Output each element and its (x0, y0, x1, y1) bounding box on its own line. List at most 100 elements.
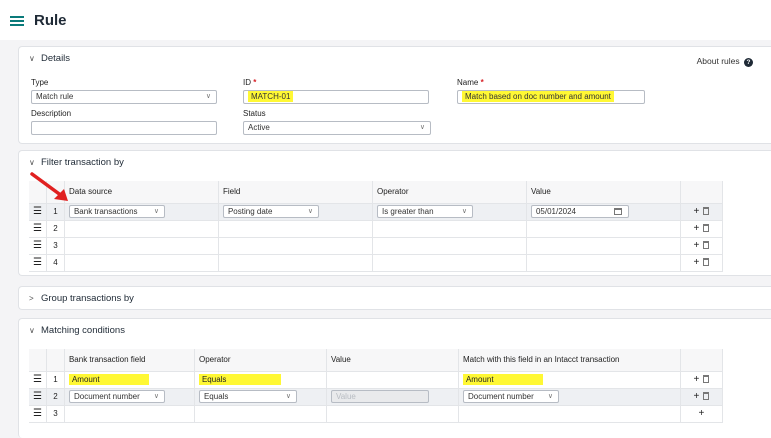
help-icon[interactable]: ? (744, 58, 753, 67)
value-date-input[interactable]: 05/01/2024 (530, 205, 629, 218)
add-icon[interactable]: + (694, 240, 700, 251)
details-title: Details (41, 52, 71, 64)
id-value: MATCH-01 (248, 91, 294, 102)
value-input[interactable]: Value (330, 390, 429, 403)
matching-title: Matching conditions (41, 324, 125, 336)
field-select[interactable]: Posting date ∨ (222, 205, 319, 218)
chevron-down-icon: ∨ (205, 93, 211, 100)
operator-value: Equals (198, 374, 281, 385)
chevron-down-icon: ∨ (153, 393, 159, 400)
chevron-right-icon[interactable]: > (29, 294, 41, 303)
matching-card: ∨ Matching conditions Bank transaction f… (18, 318, 771, 438)
trash-icon[interactable] (703, 207, 710, 216)
trash-icon[interactable] (703, 375, 710, 384)
page-title-wrap: Rule (10, 12, 67, 29)
add-icon[interactable]: + (694, 257, 700, 268)
drag-handle-icon[interactable]: ☰ (29, 220, 47, 238)
table-row: ☰ 1 Amount Equals Amount + (29, 371, 723, 389)
group-header[interactable]: > Group transactions by (19, 287, 771, 309)
add-icon[interactable]: + (694, 374, 700, 385)
id-label: ID * (243, 78, 257, 87)
table-row: ☰ 1 Bank transactions ∨ Posting date ∨ Is … (29, 203, 723, 221)
drag-handle-icon[interactable]: ☰ (29, 203, 47, 221)
chevron-down-icon: ∨ (153, 208, 159, 215)
col-field: Field (218, 181, 373, 204)
matching-header[interactable]: ∨ Matching conditions (19, 319, 771, 341)
chevron-down-icon: ∨ (419, 124, 425, 131)
drag-handle-icon[interactable]: ☰ (29, 405, 47, 423)
trash-icon[interactable] (703, 241, 710, 250)
row-number: 2 (46, 220, 65, 238)
drag-handle-icon[interactable]: ☰ (29, 371, 47, 389)
page-header: Rule (0, 0, 771, 40)
description-input[interactable] (31, 121, 217, 135)
status-value: Active (248, 123, 270, 132)
drag-handle-icon[interactable]: ☰ (29, 388, 47, 406)
calendar-icon[interactable] (613, 208, 622, 215)
table-row: ☰ 3 + (29, 405, 723, 423)
name-label: Name * (457, 78, 484, 87)
col-operator: Operator (194, 349, 327, 372)
filter-header[interactable]: ∨ Filter transaction by (19, 151, 771, 173)
about-rules-label: About rules (696, 56, 740, 66)
trash-icon[interactable] (703, 392, 710, 401)
chevron-down-icon[interactable]: ∨ (29, 158, 41, 167)
add-icon[interactable]: + (699, 408, 705, 419)
trash-icon[interactable] (703, 258, 710, 267)
bank-field-value: Amount (68, 374, 149, 385)
type-select[interactable]: Match rule ∨ (31, 90, 217, 104)
chevron-down-icon: ∨ (307, 208, 313, 215)
data-source-select[interactable]: Bank transactions ∨ (68, 205, 165, 218)
type-label: Type (31, 78, 49, 87)
add-icon[interactable]: + (694, 206, 700, 217)
col-bank-field: Bank transaction field (64, 349, 195, 372)
row-number: 2 (46, 388, 65, 406)
table-row: ☰ 2 + (29, 220, 723, 238)
about-rules-link[interactable]: About rules ? (697, 56, 753, 67)
trash-icon[interactable] (703, 224, 710, 233)
name-input[interactable]: Match based on doc number and amount (457, 90, 645, 104)
col-intacct-field: Match with this field in an Intacct tran… (458, 349, 681, 372)
col-data-source: Data source (64, 181, 219, 204)
group-title: Group transactions by (41, 292, 134, 304)
row-number: 3 (46, 405, 65, 423)
filter-table: Data source Field Operator Value ☰ 1 Ban… (29, 181, 723, 272)
value-cell[interactable] (326, 371, 459, 389)
name-value: Match based on doc number and amount (462, 91, 614, 102)
chevron-down-icon: ∨ (285, 393, 291, 400)
col-value: Value (526, 181, 681, 204)
id-input[interactable]: MATCH-01 (243, 90, 429, 104)
matching-header-row: Bank transaction field Operator Value Ma… (29, 349, 723, 372)
col-value: Value (326, 349, 459, 372)
group-card: > Group transactions by (18, 286, 771, 310)
table-row: ☰ 3 + (29, 237, 723, 255)
status-label: Status (243, 109, 266, 118)
list-icon (10, 15, 24, 27)
intacct-field-value: Amount (462, 374, 543, 385)
status-field: Status Active ∨ (243, 109, 431, 135)
row-number: 1 (46, 203, 65, 221)
intacct-field-select[interactable]: Document number ∨ (462, 390, 559, 403)
add-icon[interactable]: + (694, 391, 700, 402)
operator-select[interactable]: Equals ∨ (198, 390, 297, 403)
page-title: Rule (34, 12, 67, 29)
drag-handle-icon[interactable]: ☰ (29, 237, 47, 255)
col-operator: Operator (372, 181, 527, 204)
chevron-down-icon[interactable]: ∨ (29, 326, 41, 335)
id-field: ID * MATCH-01 (243, 78, 429, 104)
description-field: Description (31, 109, 217, 135)
type-value: Match rule (36, 92, 74, 101)
status-select[interactable]: Active ∨ (243, 121, 431, 135)
row-number: 1 (46, 371, 65, 389)
annotation-arrow-icon (30, 172, 68, 201)
details-header[interactable]: ∨ Details (19, 47, 771, 69)
chevron-down-icon: ∨ (461, 208, 467, 215)
add-icon[interactable]: + (694, 223, 700, 234)
chevron-down-icon[interactable]: ∨ (29, 54, 41, 63)
operator-select[interactable]: Is greater than ∨ (376, 205, 473, 218)
drag-handle-icon[interactable]: ☰ (29, 254, 47, 272)
details-card: ∨ Details About rules ? Type Match rule … (18, 46, 771, 144)
bank-field-select[interactable]: Document number ∨ (68, 390, 165, 403)
table-row: ☰ 2 Document number ∨ Equals ∨ Value Docum… (29, 388, 723, 406)
filter-header-row: Data source Field Operator Value (29, 181, 723, 204)
